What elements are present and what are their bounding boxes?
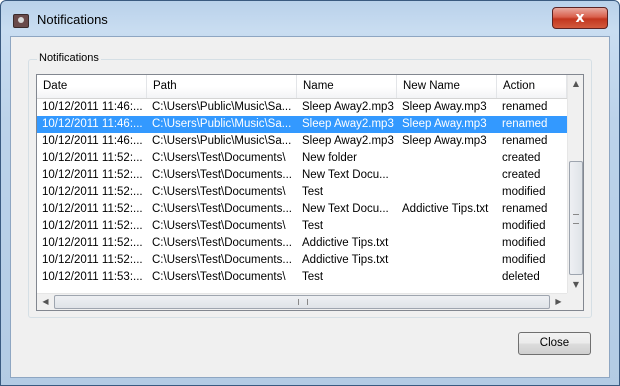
cell-date: 10/12/2011 11:52:... (42, 254, 143, 266)
cell-new-name: Sleep Away.mp3 (402, 101, 487, 113)
column-header-date[interactable]: Date (37, 75, 147, 98)
cell-action: renamed (502, 135, 548, 147)
cell-new-name (397, 184, 497, 201)
grip-icon (573, 214, 579, 224)
notifications-list[interactable]: Date Path Name New Name Action 10/12/201… (36, 74, 584, 311)
cell-path: C:\Users\Test\Documents\ (152, 220, 286, 232)
cell-date: 10/12/2011 11:52:... (42, 237, 143, 249)
table-row[interactable]: 10/12/2011 11:46:... C:\Users\Public\Musi… (37, 99, 567, 116)
cell-name: Sleep Away2.mp3 (302, 118, 394, 130)
table-row[interactable]: 10/12/2011 11:52:... C:\Users\Test\Docume… (37, 184, 567, 201)
cell-action: modified (502, 186, 546, 198)
cell-date: 10/12/2011 11:52:... (42, 169, 143, 181)
cell-name: Sleep Away2.mp3 (302, 135, 394, 147)
table-row[interactable]: 10/12/2011 11:52:... C:\Users\Test\Docume… (37, 201, 567, 218)
close-button[interactable]: Close (518, 332, 591, 355)
column-header-new-name[interactable]: New Name (397, 75, 497, 98)
column-header-action[interactable]: Action (497, 75, 567, 98)
cell-new-name (397, 235, 497, 252)
table-row[interactable]: 10/12/2011 11:52:... C:\Users\Test\Docume… (37, 167, 567, 184)
cell-name: Test (302, 186, 324, 198)
cell-action: modified (502, 237, 546, 249)
dialog-client-area: Notifications Date Path Name New Name Ac… (10, 36, 610, 378)
cell-date: 10/12/2011 11:52:... (42, 220, 143, 232)
cell-path: C:\Users\Test\Documents... (152, 254, 292, 266)
table-row[interactable]: 10/12/2011 11:53:... C:\Users\Test\Docume… (37, 269, 567, 286)
cell-action: renamed (502, 118, 548, 130)
cell-new-name (397, 150, 497, 167)
cell-path: C:\Users\Test\Documents\ (152, 152, 286, 164)
scrollbar-corner (567, 293, 583, 310)
table-row[interactable]: 10/12/2011 11:52:... C:\Users\Test\Docume… (37, 235, 567, 252)
notifications-window: Notifications x Notifications Date Path … (0, 0, 620, 386)
vertical-scrollbar[interactable]: ▲ ▼ (567, 75, 583, 293)
cell-path: C:\Users\Public\Music\Sa... (152, 101, 292, 113)
table-row[interactable]: 10/12/2011 11:52:... C:\Users\Test\Docume… (37, 150, 567, 167)
cell-date: 10/12/2011 11:52:... (42, 152, 143, 164)
cell-date: 10/12/2011 11:46:... (42, 135, 143, 147)
cell-action: renamed (502, 101, 548, 113)
groupbox-label: Notifications (37, 52, 101, 64)
cell-date: 10/12/2011 11:53:... (42, 271, 143, 283)
cell-name: Test (302, 271, 324, 283)
cell-name: New folder (302, 152, 357, 164)
cell-action: modified (502, 220, 546, 232)
scroll-right-arrow-icon[interactable]: ▶ (550, 294, 567, 310)
cell-action: created (502, 152, 541, 164)
table-row[interactable]: 10/12/2011 11:46:... C:\Users\Public\Musi… (37, 133, 567, 150)
cell-new-name (397, 269, 497, 286)
close-icon: x (575, 10, 585, 26)
cell-name: New Text Docu... (302, 169, 389, 181)
cell-new-name: Addictive Tips.txt (402, 203, 489, 215)
cell-new-name: Sleep Away.mp3 (402, 118, 487, 130)
cell-date: 10/12/2011 11:46:... (42, 101, 143, 113)
cell-new-name (397, 252, 497, 269)
horizontal-scrollbar[interactable]: ◀ ▶ (37, 293, 567, 310)
scroll-up-arrow-icon[interactable]: ▲ (568, 75, 583, 92)
cell-path: C:\Users\Test\Documents\ (152, 186, 286, 198)
cell-name: Addictive Tips.txt (302, 237, 389, 249)
scroll-down-arrow-icon[interactable]: ▼ (568, 276, 583, 293)
column-header-name[interactable]: Name (297, 75, 397, 98)
cell-path: C:\Users\Test\Documents... (152, 169, 292, 181)
cell-new-name (397, 167, 497, 184)
cell-name: Test (302, 220, 324, 232)
horizontal-scroll-thumb[interactable] (54, 295, 550, 309)
list-header: Date Path Name New Name Action (37, 75, 567, 99)
vertical-scroll-thumb[interactable] (569, 161, 583, 275)
window-close-button[interactable]: x (552, 7, 608, 29)
table-row[interactable]: 10/12/2011 11:46:... C:\Users\Public\Musi… (37, 116, 567, 133)
cell-path: C:\Users\Public\Music\Sa... (152, 135, 292, 147)
cell-name: Addictive Tips.txt (302, 254, 389, 266)
cell-new-name: Sleep Away.mp3 (402, 135, 487, 147)
window-title: Notifications (37, 12, 108, 27)
cell-name: Sleep Away2.mp3 (302, 101, 394, 113)
cell-name: New Text Docu... (302, 203, 389, 215)
cell-path: C:\Users\Test\Documents\ (152, 271, 286, 283)
cell-new-name (397, 218, 497, 235)
cell-path: C:\Users\Test\Documents... (152, 237, 292, 249)
scroll-left-arrow-icon[interactable]: ◀ (37, 294, 54, 310)
cell-action: created (502, 169, 541, 181)
cell-path: C:\Users\Test\Documents... (152, 203, 292, 215)
grip-icon (298, 299, 308, 305)
table-row[interactable]: 10/12/2011 11:52:... C:\Users\Test\Docume… (37, 252, 567, 269)
table-row[interactable]: 10/12/2011 11:52:... C:\Users\Test\Docume… (37, 218, 567, 235)
cell-action: modified (502, 254, 546, 266)
cell-date: 10/12/2011 11:52:... (42, 186, 143, 198)
cell-action: deleted (502, 271, 540, 283)
cell-path: C:\Users\Public\Music\Sa... (152, 118, 292, 130)
cell-date: 10/12/2011 11:46:... (42, 118, 143, 130)
cell-action: renamed (502, 203, 548, 215)
column-header-path[interactable]: Path (147, 75, 297, 98)
notifications-app-icon (13, 14, 29, 28)
cell-date: 10/12/2011 11:52:... (42, 203, 143, 215)
